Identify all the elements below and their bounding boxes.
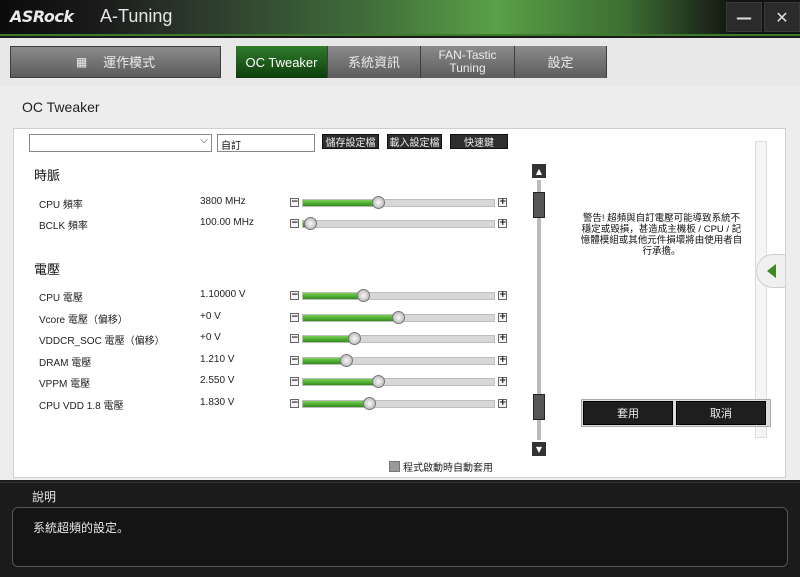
clock-row-slider-knob[interactable] xyxy=(372,196,386,209)
oc-panel: ⌵ 自訂 儲存設定檔 載入設定檔 快速鍵 時脈 CPU 頻率 3800 MHz − +… xyxy=(13,128,786,478)
app-title: A-Tuning xyxy=(100,6,173,26)
voltage-row-slider-fill xyxy=(303,401,370,407)
voltage-row-slider-knob[interactable] xyxy=(372,375,386,389)
voltage-row-decrease-button[interactable]: − xyxy=(290,312,299,322)
profile-name-input[interactable]: 自訂 xyxy=(217,134,315,152)
voltage-row-decrease-button[interactable]: − xyxy=(290,334,299,344)
close-button[interactable]: ✕ xyxy=(764,2,800,32)
cancel-button[interactable]: 取消 xyxy=(676,401,766,425)
section-clock-title: 時脈 xyxy=(34,168,61,183)
title-bar: ASRock A-Tuning — ✕ xyxy=(0,0,800,36)
auto-apply-checkbox[interactable]: 程式啟動時自動套用 xyxy=(389,459,493,474)
description-text: 系統超頻的設定。 xyxy=(33,521,130,535)
voltage-row-increase-button[interactable]: + xyxy=(498,399,507,408)
voltage-row-value: 2.550 V xyxy=(200,375,235,387)
voltage-row-value: 1.10000 V xyxy=(200,289,246,300)
profile-dropdown[interactable]: ⌵ xyxy=(29,134,212,152)
clock-row-slider[interactable] xyxy=(302,217,495,230)
clock-row-label: BCLK 頻率 xyxy=(39,221,88,232)
voltage-row-increase-button[interactable]: + xyxy=(498,377,507,387)
voltage-row-slider[interactable] xyxy=(302,397,495,410)
chevron-left-icon xyxy=(767,264,776,278)
voltage-row-slider-fill xyxy=(303,293,365,299)
voltage-row-slider-knob[interactable] xyxy=(362,397,376,410)
page-title: OC Tweaker xyxy=(22,99,100,115)
auto-apply-label: 程式啟動時自動套用 xyxy=(403,463,493,474)
grid-icon: ▦ xyxy=(75,54,88,69)
scroll-thumb-bottom[interactable] xyxy=(533,394,545,420)
voltage-row-slider-knob[interactable] xyxy=(391,310,405,324)
mode-button[interactable]: ▦ 運作模式 xyxy=(10,46,221,78)
clock-row-value: 3800 MHz xyxy=(200,196,246,207)
section-voltage-title: 電壓 xyxy=(34,262,61,277)
tab-fan-tastic-tuning[interactable]: FAN-Tastic Tuning xyxy=(421,46,515,78)
voltage-row-increase-button[interactable]: + xyxy=(498,355,507,365)
voltage-row-decrease-button[interactable]: − xyxy=(290,291,299,300)
minimize-button[interactable]: — xyxy=(726,2,762,32)
voltage-row-value: 1.210 V xyxy=(200,353,235,365)
voltage-row-increase-button[interactable]: + xyxy=(498,312,507,322)
description-area: 說明 系統超頻的設定。 xyxy=(0,482,800,577)
voltage-row-slider-knob[interactable] xyxy=(357,289,371,302)
side-panel-toggle[interactable] xyxy=(756,254,786,288)
save-profile-button[interactable]: 儲存設定檔 xyxy=(322,134,379,149)
voltage-row-label: CPU VDD 1.8 電壓 xyxy=(39,401,124,412)
voltage-row-slider-fill xyxy=(303,336,355,343)
load-profile-button[interactable]: 載入設定檔 xyxy=(387,134,442,149)
voltage-row-label: VPPM 電壓 xyxy=(39,379,91,391)
clock-row-increase-button[interactable]: + xyxy=(498,198,507,207)
voltage-row-slider-fill xyxy=(303,314,399,321)
checkbox-icon xyxy=(389,461,400,472)
scroll-down-arrow-icon[interactable]: ▼ xyxy=(532,442,546,456)
scroll-up-arrow-icon[interactable]: ▲ xyxy=(532,164,546,178)
tab-oc-tweaker[interactable]: OC Tweaker xyxy=(236,46,328,78)
hotkey-button[interactable]: 快速鍵 xyxy=(450,134,508,149)
overclock-warning: 警告! 超頻與自訂電壓可能導致系統不穩定或毀損，甚造成主機板 / CPU / 記… xyxy=(580,213,743,257)
voltage-row-increase-button[interactable]: + xyxy=(498,334,507,344)
voltage-row-slider[interactable] xyxy=(302,375,495,389)
description-title: 說明 xyxy=(32,490,57,504)
mode-label: 運作模式 xyxy=(103,54,156,70)
settings-scrollbar[interactable]: ▲ ▼ xyxy=(532,164,546,456)
side-panel-edge xyxy=(755,141,767,438)
tab-system-info[interactable]: 系統資訊 xyxy=(328,46,421,78)
chevron-down-icon: ⌵ xyxy=(200,135,208,146)
voltage-row-value: 1.830 V xyxy=(200,397,235,408)
clock-row-slider[interactable] xyxy=(302,196,495,209)
voltage-row-slider[interactable] xyxy=(302,353,495,367)
description-box: 系統超頻的設定。 xyxy=(12,507,788,567)
voltage-row-slider-knob[interactable] xyxy=(347,332,361,346)
scroll-thumb-top[interactable] xyxy=(533,192,545,218)
voltage-row-value: +0 V xyxy=(200,310,221,322)
clock-row-decrease-button[interactable]: − xyxy=(290,219,299,228)
nav-bar: ▦ 運作模式 OC Tweaker 系統資訊 FAN-Tastic Tuning… xyxy=(0,38,800,86)
clock-row-slider-fill xyxy=(303,200,380,206)
tab-fan-label: FAN-Tastic Tuning xyxy=(438,48,497,75)
clock-row-slider-knob[interactable] xyxy=(303,217,317,230)
voltage-row-decrease-button[interactable]: − xyxy=(290,355,299,365)
apply-button[interactable]: 套用 xyxy=(583,401,673,425)
voltage-row-slider-knob[interactable] xyxy=(339,353,353,367)
voltage-row-increase-button[interactable]: + xyxy=(498,291,507,300)
clock-row-decrease-button[interactable]: − xyxy=(290,198,299,207)
clock-row-label: CPU 頻率 xyxy=(39,200,83,211)
voltage-row-label: CPU 電壓 xyxy=(39,293,83,304)
voltage-row-slider[interactable] xyxy=(302,332,495,346)
voltage-row-decrease-button[interactable]: − xyxy=(290,399,299,408)
tab-settings[interactable]: 設定 xyxy=(515,46,607,78)
clock-row-increase-button[interactable]: + xyxy=(498,219,507,228)
voltage-row-slider-fill xyxy=(303,379,380,386)
voltage-row-value: +0 V xyxy=(200,332,221,344)
voltage-row-decrease-button[interactable]: − xyxy=(290,377,299,387)
main-area: OC Tweaker ⌵ 自訂 儲存設定檔 載入設定檔 快速鍵 時脈 CPU 頻… xyxy=(0,86,800,480)
clock-row-value: 100.00 MHz xyxy=(200,217,254,228)
voltage-row-label: DRAM 電壓 xyxy=(39,357,92,369)
voltage-row-label: Vcore 電壓（偏移） xyxy=(39,314,128,326)
voltage-row-slider[interactable] xyxy=(302,310,495,324)
voltage-row-label: VDDCR_SOC 電壓（偏移） xyxy=(39,336,165,348)
asrock-logo: ASRock xyxy=(10,7,74,26)
voltage-row-slider[interactable] xyxy=(302,289,495,302)
